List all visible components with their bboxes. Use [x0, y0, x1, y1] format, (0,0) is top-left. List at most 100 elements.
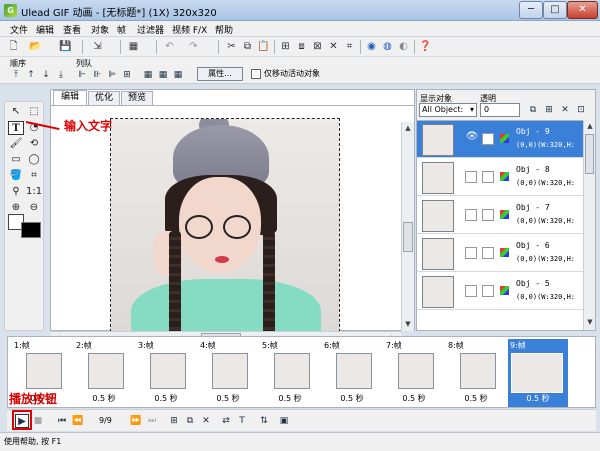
- lock-checkbox[interactable]: [482, 247, 494, 259]
- frame-delete-icon[interactable]: ⊠: [310, 39, 325, 54]
- move-up-icon[interactable]: ↑: [25, 69, 37, 81]
- new-object-icon[interactable]: ⧉: [527, 104, 539, 116]
- lock-checkbox[interactable]: [482, 171, 494, 183]
- web-icon[interactable]: ◉: [364, 39, 379, 54]
- ellipse-icon[interactable]: ◯: [26, 153, 42, 167]
- minimize-button[interactable]: ─: [519, 1, 543, 19]
- first-frame-icon[interactable]: ⏮: [55, 414, 69, 428]
- grid-2-icon[interactable]: ▦: [157, 69, 169, 81]
- canvas-vertical-scrollbar[interactable]: ▲ ▼: [401, 122, 414, 331]
- marquee-icon[interactable]: ⬚: [26, 105, 42, 119]
- object-properties-icon[interactable]: ⊡: [575, 104, 587, 116]
- maximize-button[interactable]: □: [543, 1, 567, 19]
- visibility-checkbox[interactable]: [465, 247, 477, 259]
- move-active-only-checkbox[interactable]: [251, 69, 261, 79]
- next-frame-icon[interactable]: ⏩: [129, 414, 143, 428]
- grid-3-icon[interactable]: ▦: [172, 69, 184, 81]
- frame-delay[interactable]: 0.5 秒: [74, 393, 134, 404]
- tab-preview[interactable]: 预览: [121, 91, 153, 105]
- tween-icon[interactable]: ⇄: [219, 414, 233, 428]
- transform-icon[interactable]: ⟲: [26, 137, 42, 151]
- object-row[interactable]: Obj - 8 (0,0)(W:320,H:: [417, 159, 583, 196]
- paste-icon[interactable]: 📋: [256, 39, 271, 54]
- object-row[interactable]: Obj - 6 (0,0)(W:320,H:: [417, 235, 583, 272]
- close-button[interactable]: ✕: [567, 1, 598, 19]
- cut-icon[interactable]: ✂: [224, 39, 239, 54]
- object-row[interactable]: Obj - 5 (0,0)(W:320,H:: [417, 273, 583, 310]
- actual-size-icon[interactable]: 1:1: [26, 185, 42, 199]
- move-bottom-icon[interactable]: ⤓: [55, 69, 67, 81]
- duplicate-frame-icon[interactable]: ⧉: [183, 414, 197, 428]
- delete-object-icon[interactable]: ✕: [559, 104, 571, 116]
- tab-edit[interactable]: 编辑: [53, 90, 87, 105]
- object-row[interactable]: 👁 Obj - 9 (0,0)(W:320,H:: [417, 121, 583, 158]
- eraser-icon[interactable]: ▭: [8, 153, 24, 167]
- scroll-up-icon[interactable]: ▲: [584, 120, 596, 132]
- distribute-icon[interactable]: ⊞: [121, 69, 133, 81]
- import-icon[interactable]: ⇲: [90, 39, 105, 54]
- menu-filter[interactable]: 过滤器: [137, 23, 164, 36]
- canvas[interactable]: ▲ ▼ ◀ ▶: [51, 105, 414, 347]
- foreground-color-swatch[interactable]: [21, 222, 41, 238]
- align-right-icon[interactable]: ⊫: [106, 69, 118, 81]
- zoom-out-icon[interactable]: ⊖: [26, 201, 42, 215]
- optimize-icon[interactable]: ◍: [380, 39, 395, 54]
- properties-button[interactable]: 属性...: [197, 67, 243, 81]
- palette-icon[interactable]: ▦: [126, 39, 141, 54]
- frame-item[interactable]: 8:帧 0.5 秒: [446, 339, 506, 407]
- frame-item-selected[interactable]: 9:帧 0.5 秒: [508, 339, 568, 407]
- pointer-icon[interactable]: ↖: [8, 105, 24, 119]
- menu-frame[interactable]: 帧: [117, 23, 126, 36]
- frame-item[interactable]: 3:帧 0.5 秒: [136, 339, 196, 407]
- fill-icon[interactable]: 🪣: [8, 169, 24, 183]
- frame-copy-icon[interactable]: ⧈: [294, 39, 309, 54]
- menu-edit[interactable]: 编辑: [36, 23, 54, 36]
- scroll-thumb[interactable]: [585, 134, 594, 174]
- save-icon[interactable]: 💾: [58, 39, 73, 54]
- menu-view[interactable]: 查看: [63, 23, 81, 36]
- visibility-checkbox[interactable]: [465, 209, 477, 221]
- transparency-input[interactable]: 0: [480, 103, 520, 117]
- frame-item[interactable]: 4:帧 0.5 秒: [198, 339, 258, 407]
- duplicate-object-icon[interactable]: ⊞: [543, 104, 555, 116]
- frame-delay[interactable]: 0.5 秒: [198, 393, 258, 404]
- frame-delay[interactable]: 0.5 秒: [446, 393, 506, 404]
- scroll-down-icon[interactable]: ▼: [584, 316, 596, 328]
- tab-optimize[interactable]: 优化: [88, 91, 120, 105]
- last-frame-icon[interactable]: ⏭: [145, 414, 159, 428]
- zoom-in-icon[interactable]: ⊕: [8, 201, 24, 215]
- move-down-icon[interactable]: ↓: [40, 69, 52, 81]
- frame-delay[interactable]: 0.5 秒: [136, 393, 196, 404]
- help-icon[interactable]: ❓: [418, 39, 433, 54]
- text-effect-icon[interactable]: T: [235, 414, 249, 428]
- menu-video-fx[interactable]: 视频 F/X: [172, 23, 207, 36]
- visibility-checkbox[interactable]: [465, 285, 477, 297]
- delete-frame-icon[interactable]: ✕: [199, 414, 213, 428]
- previous-frame-icon[interactable]: ⏪: [71, 414, 85, 428]
- frame-item[interactable]: 6:帧 0.5 秒: [322, 339, 382, 407]
- lock-checkbox[interactable]: [482, 209, 494, 221]
- menu-help[interactable]: 帮助: [215, 23, 233, 36]
- stop-icon[interactable]: ■: [31, 414, 45, 428]
- frame-add-icon[interactable]: ⊞: [278, 39, 293, 54]
- frame-item[interactable]: 7:帧 0.5 秒: [384, 339, 444, 407]
- reverse-frames-icon[interactable]: ⇅: [257, 414, 271, 428]
- lock-checkbox[interactable]: [482, 285, 494, 297]
- frame-delay[interactable]: 0.5 秒: [384, 393, 444, 404]
- frame-delay[interactable]: 0.5 秒: [508, 393, 568, 404]
- object-row[interactable]: Obj - 7 (0,0)(W:320,H:: [417, 197, 583, 234]
- align-left-icon[interactable]: ⊩: [76, 69, 88, 81]
- copy-icon[interactable]: ⧉: [240, 39, 255, 54]
- frame-item[interactable]: 5:帧 0.5 秒: [260, 339, 320, 407]
- eye-icon[interactable]: 👁: [465, 132, 479, 142]
- object-filter-select[interactable]: All Object:: [419, 103, 477, 117]
- menu-file[interactable]: 文件: [10, 23, 28, 36]
- frame-properties-icon[interactable]: ▣: [277, 414, 291, 428]
- object-list-scrollbar[interactable]: ▲ ▼: [583, 120, 595, 330]
- menu-object[interactable]: 对象: [91, 23, 109, 36]
- redo-icon[interactable]: ↷: [186, 39, 201, 54]
- add-frame-icon[interactable]: ⊞: [167, 414, 181, 428]
- frame-item[interactable]: 2:帧 0.5 秒: [74, 339, 134, 407]
- grid-1-icon[interactable]: ▦: [142, 69, 154, 81]
- scroll-thumb[interactable]: [403, 222, 413, 252]
